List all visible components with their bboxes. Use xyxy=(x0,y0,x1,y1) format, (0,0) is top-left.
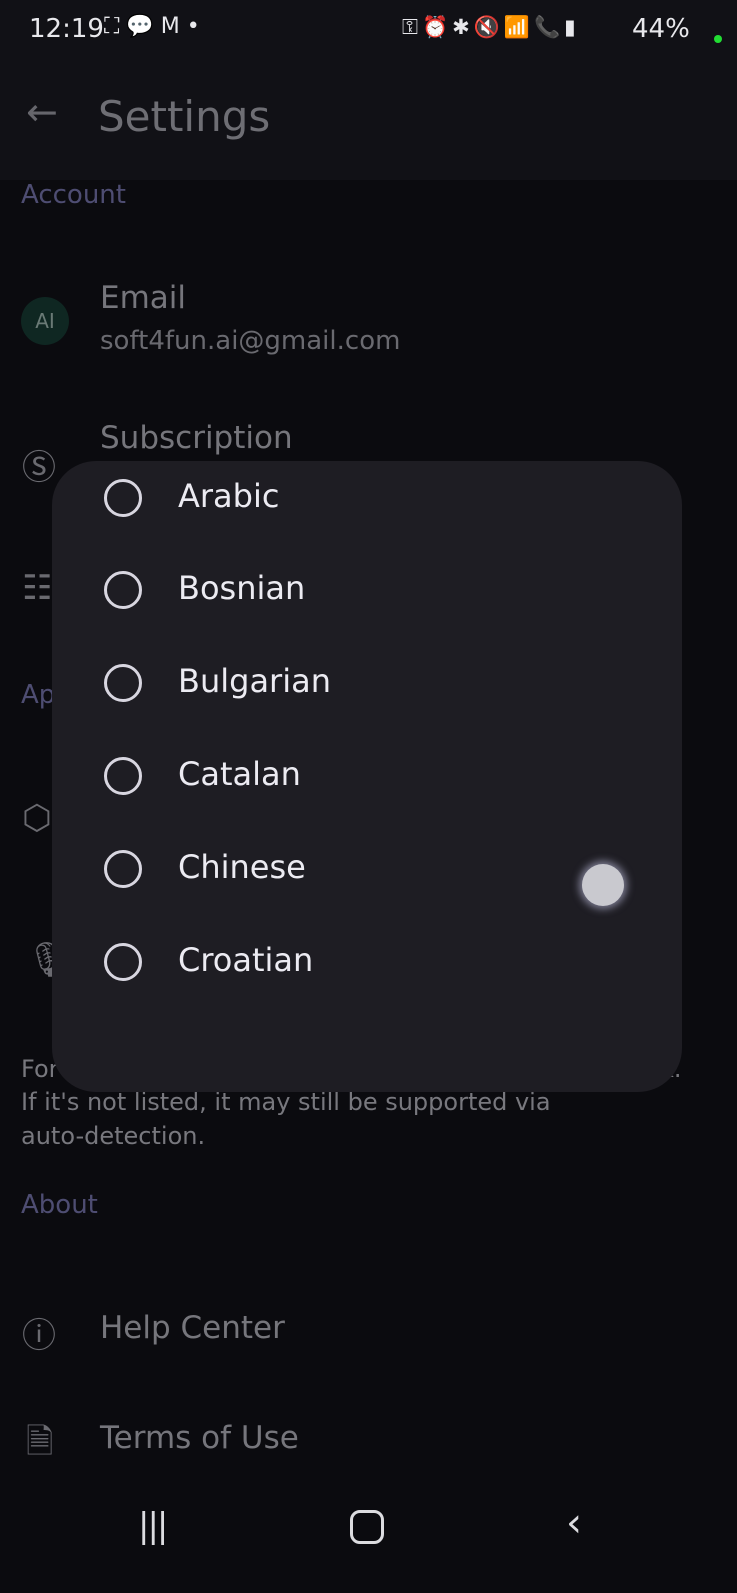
back-icon[interactable]: ‹ xyxy=(566,1500,582,1546)
email-label: Email xyxy=(100,280,187,316)
avatar: AI xyxy=(21,297,69,345)
option-croatian[interactable]: Croatian xyxy=(52,915,682,1008)
language-dialog: Arabic Bosnian Bulgarian Catalan Chinese… xyxy=(52,461,682,1092)
option-bulgarian[interactable]: Bulgarian xyxy=(52,636,682,729)
back-arrow-icon[interactable]: ← xyxy=(26,90,58,134)
radio-button[interactable] xyxy=(104,571,142,609)
page-title: Settings xyxy=(98,92,271,141)
tune-icon: ☷ xyxy=(22,568,53,608)
brightness-icon: ⬡ xyxy=(22,798,52,838)
section-app: Ap xyxy=(21,680,56,710)
note-line3: auto-detection. xyxy=(21,1122,206,1150)
option-chinese[interactable]: Chinese xyxy=(52,822,682,915)
radio-button[interactable] xyxy=(104,943,142,981)
option-bosnian[interactable]: Bosnian xyxy=(52,543,682,636)
option-arabic[interactable]: Arabic xyxy=(52,461,682,544)
radio-button[interactable] xyxy=(104,664,142,702)
navigation-bar: ||| ‹ xyxy=(0,1480,737,1593)
document-icon: 🗎 xyxy=(26,1422,54,1462)
help-center[interactable]: Help Center xyxy=(100,1310,285,1346)
section-account: Account xyxy=(21,180,126,210)
terms-of-use[interactable]: Terms of Use xyxy=(100,1420,299,1456)
radio-button[interactable] xyxy=(104,850,142,888)
notification-icons: ⛶ 💬 M • xyxy=(104,14,200,39)
option-catalan[interactable]: Catalan xyxy=(52,729,682,822)
touch-indicator xyxy=(582,864,624,906)
note-line2: If it's not listed, it may still be supp… xyxy=(21,1088,551,1116)
section-about: About xyxy=(21,1190,98,1220)
home-icon[interactable] xyxy=(350,1510,384,1544)
email-value: soft4fun.ai@gmail.com xyxy=(100,326,401,356)
help-icon: ⓘ xyxy=(22,1316,56,1356)
app-bar: ← Settings xyxy=(0,60,737,180)
radio-button[interactable] xyxy=(104,479,142,517)
recents-icon[interactable]: ||| xyxy=(138,1506,168,1546)
clock: 12:19 xyxy=(29,14,104,44)
status-bar: 12:19 ⛶ 💬 M • ⚿⏰✱🔇📶📞▮ 44% xyxy=(0,0,737,60)
dollar-icon: Ⓢ xyxy=(22,448,56,488)
privacy-dot-icon xyxy=(714,35,722,43)
system-icons: ⚿⏰✱🔇📶📞▮ xyxy=(402,15,580,39)
battery-percent: 44% xyxy=(632,14,690,44)
radio-button[interactable] xyxy=(104,757,142,795)
subscription-label[interactable]: Subscription xyxy=(100,420,293,456)
